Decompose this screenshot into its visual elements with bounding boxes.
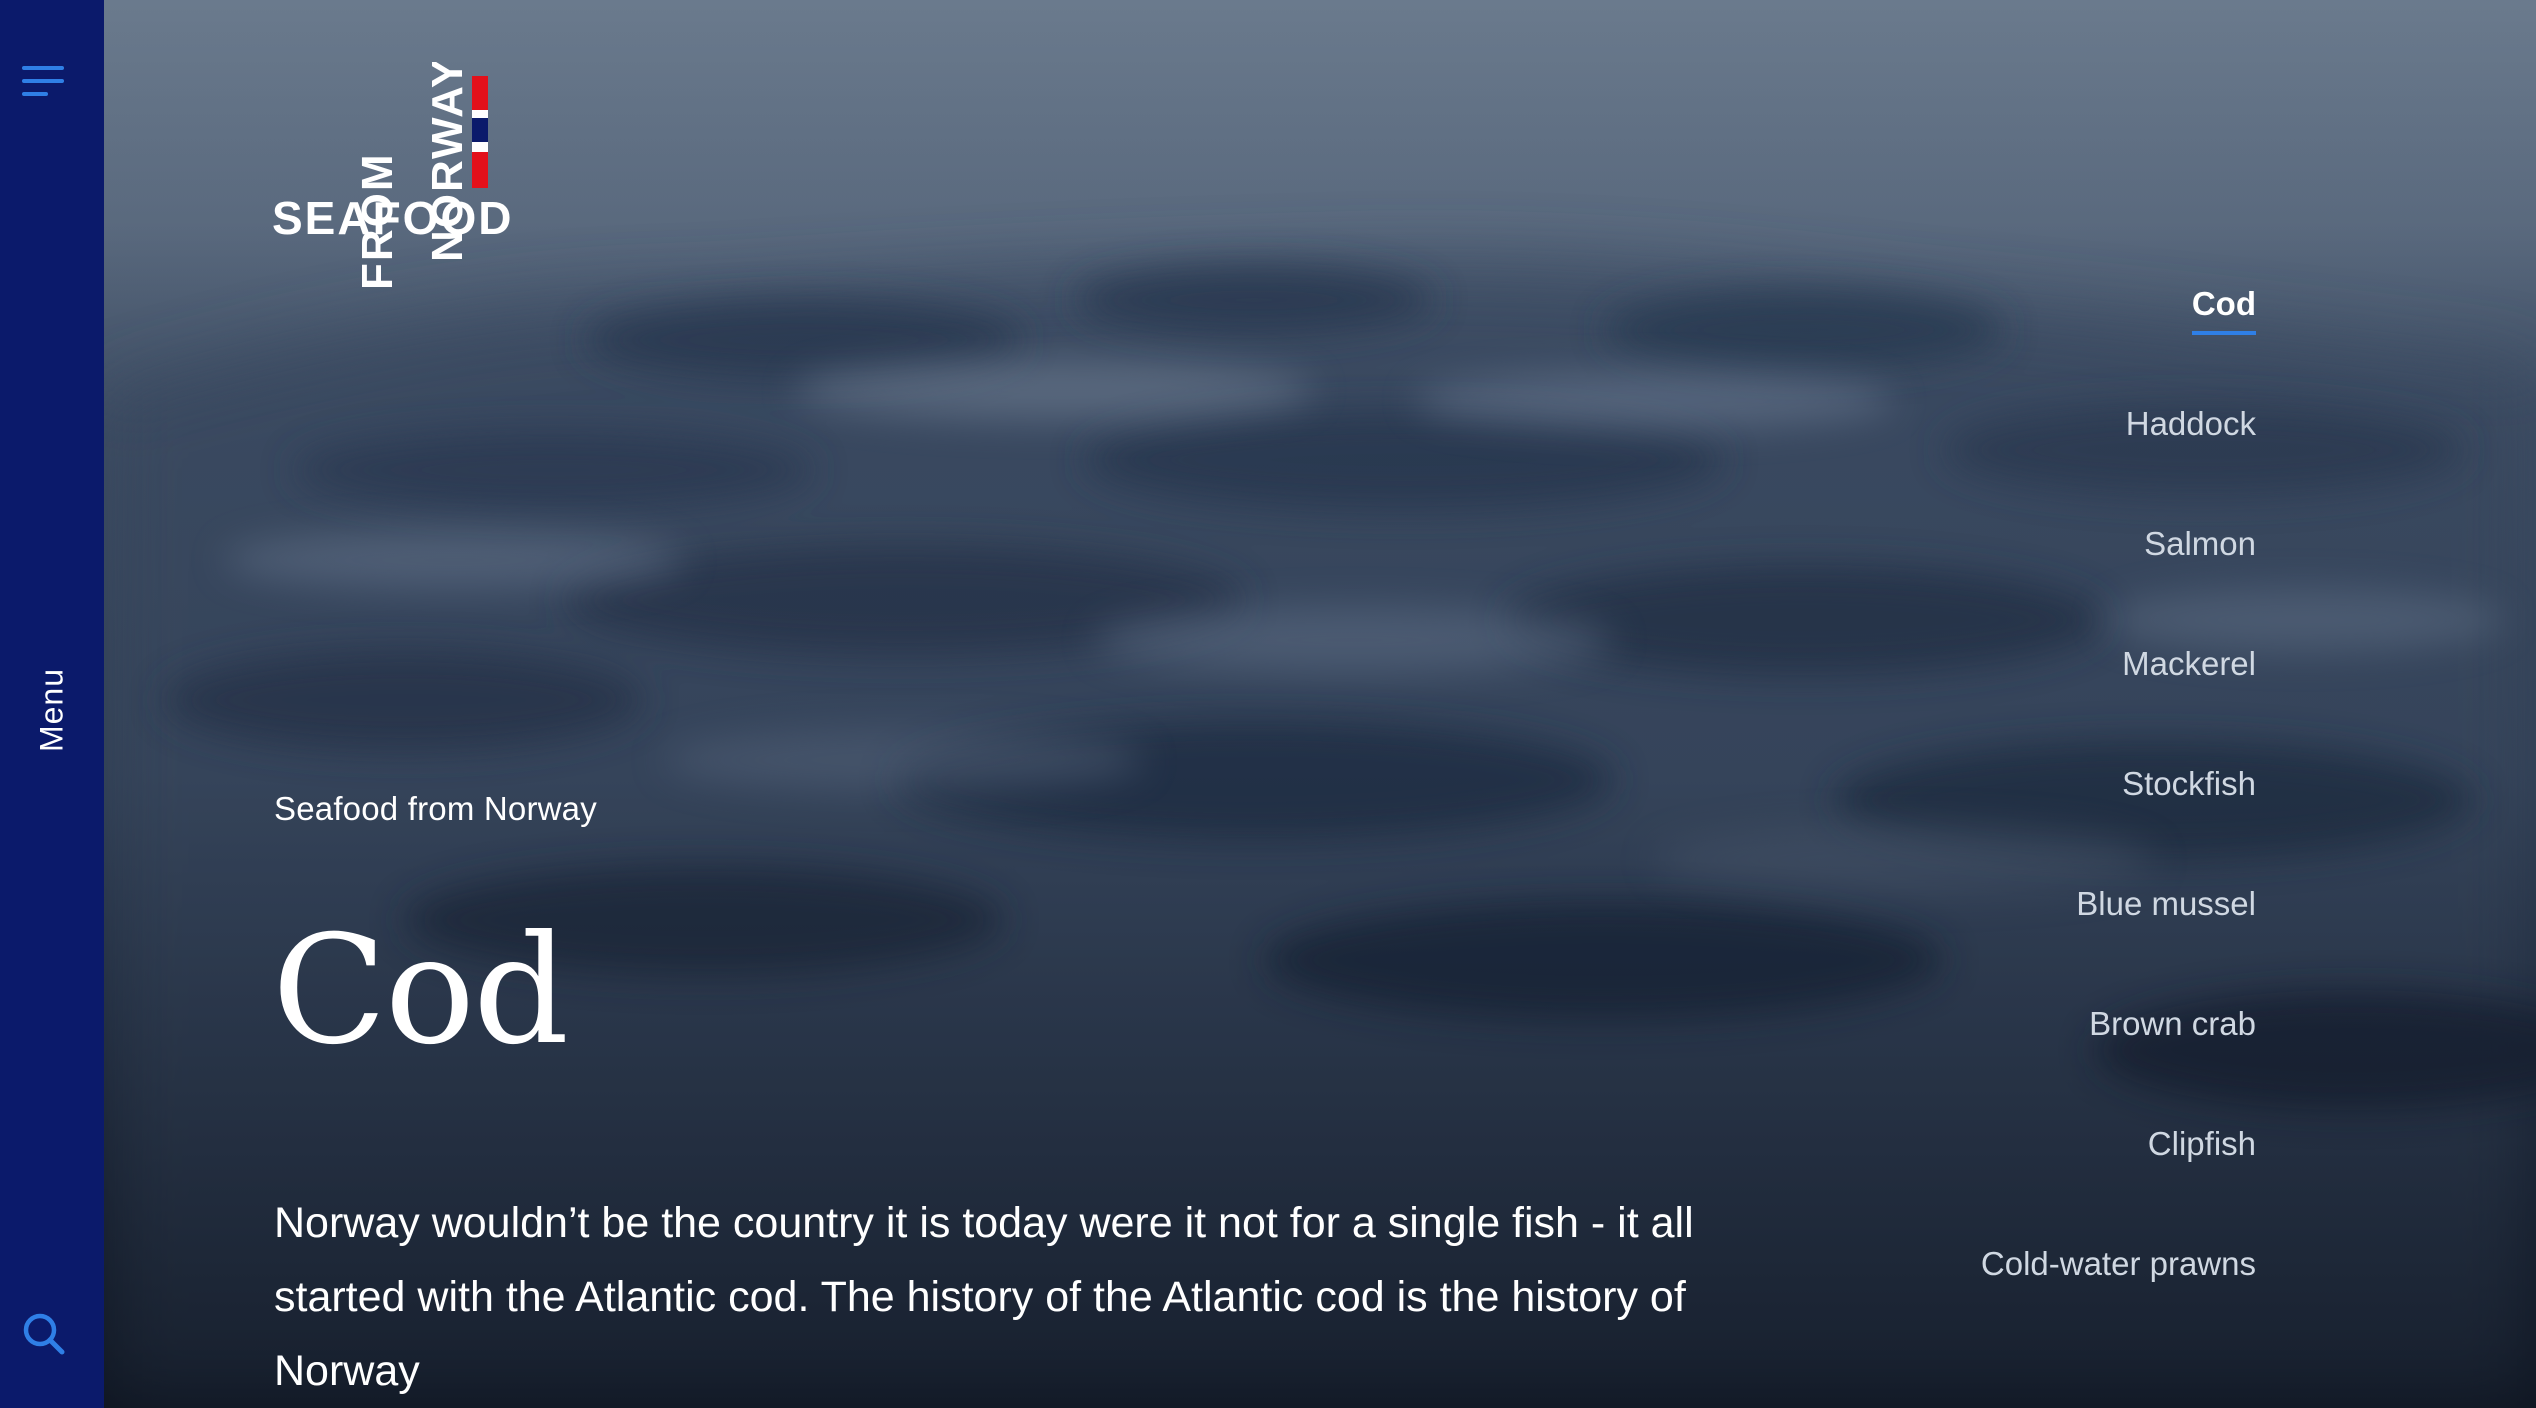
species-link-blue-mussel[interactable]: Blue mussel (2076, 885, 2256, 923)
page-title: Cod (272, 904, 569, 1078)
species-nav-item-cod: Cod (1981, 285, 2257, 405)
norway-flag-stripe (472, 76, 488, 188)
species-nav-item-stockfish: Stockfish (1981, 765, 2256, 885)
hamburger-line (22, 92, 48, 96)
hamburger-icon[interactable] (22, 62, 66, 102)
species-nav-item-clipfish: Clipfish (1981, 1125, 2256, 1245)
species-link-stockfish[interactable]: Stockfish (2122, 765, 2256, 803)
logo-text-norway: NORWAY (423, 62, 472, 262)
species-link-cod[interactable]: Cod (2191, 285, 2257, 335)
seafood-from-norway-logo[interactable]: SEAFOOD FROM NORWAY (272, 57, 512, 302)
species-nav-item-brown-crab: Brown crab (1981, 1005, 2256, 1125)
species-nav-item-salmon: Salmon (1981, 525, 2256, 645)
search-icon[interactable] (20, 1310, 68, 1358)
intro-paragraph: Norway wouldn’t be the country it is tod… (274, 1199, 1694, 1395)
species-link-mackerel[interactable]: Mackerel (2122, 645, 2256, 683)
species-nav-item-haddock: Haddock (1981, 405, 2256, 525)
species-link-haddock[interactable]: Haddock (2126, 405, 2256, 443)
eyebrow-label: Seafood from Norway (274, 790, 597, 827)
species-link-salmon[interactable]: Salmon (2144, 525, 2256, 563)
species-nav-item-blue-mussel: Blue mussel (1981, 885, 2256, 1005)
species-nav-item-cold-water-prawns: Cold-water prawns (1981, 1245, 2256, 1365)
species-nav-item-mackerel: Mackerel (1981, 645, 2256, 765)
hamburger-line (22, 66, 64, 70)
species-link-clipfish[interactable]: Clipfish (2148, 1125, 2256, 1163)
hero-section: SEAFOOD FROM NORWAY Seafood from Norway … (104, 0, 2536, 1408)
species-nav: Cod Haddock Salmon Mackerel Stockfish Bl… (1981, 285, 2257, 1365)
species-link-brown-crab[interactable]: Brown crab (2089, 1005, 2256, 1043)
logo-text-from: FROM (353, 152, 402, 290)
sidebar: Menu (0, 0, 104, 1408)
hamburger-line (22, 79, 64, 83)
menu-button[interactable]: Menu (34, 668, 71, 752)
species-link-cold-water-prawns[interactable]: Cold-water prawns (1981, 1245, 2256, 1283)
